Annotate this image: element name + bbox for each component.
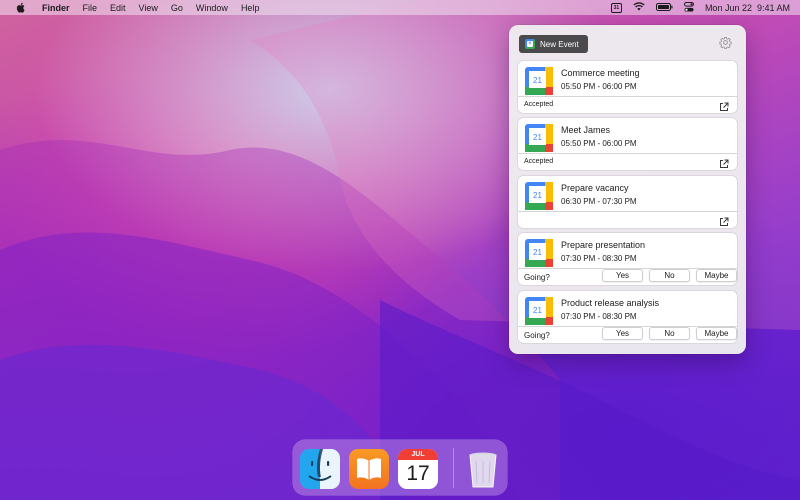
svg-text:21: 21 (533, 76, 542, 85)
google-calendar-icon: 21 (525, 67, 553, 95)
going-label: Going? (524, 273, 550, 282)
card-divider (518, 211, 737, 212)
menu-file[interactable]: File (83, 3, 98, 13)
event-time: 06:30 PM - 07:30 PM (561, 197, 637, 206)
rsvp-maybe-button[interactable]: Maybe (696, 327, 737, 340)
menu-window[interactable]: Window (196, 3, 228, 13)
rsvp-yes-button[interactable]: Yes (602, 269, 643, 282)
event-status: Accepted (524, 101, 554, 108)
menu-app-name[interactable]: Finder (42, 3, 70, 13)
control-center-icon[interactable] (683, 1, 694, 14)
new-event-label: New Event (540, 39, 579, 49)
going-label: Going? (524, 331, 550, 340)
google-calendar-icon: 21 (525, 182, 553, 210)
event-title: Meet James (561, 125, 611, 135)
rsvp-yes-button[interactable]: Yes (602, 327, 643, 340)
menu-help[interactable]: Help (241, 3, 260, 13)
card-divider (518, 153, 737, 154)
calendar-icon[interactable]: JUL 17 (398, 449, 438, 489)
event-title: Product release analysis (561, 298, 660, 308)
rsvp-no-button[interactable]: No (649, 269, 690, 282)
event-title: Commerce meeting (561, 68, 640, 78)
event-card[interactable]: 21 Prepare vacancy 06:30 PM - 07:30 PM (518, 176, 737, 228)
open-external-icon[interactable] (719, 214, 729, 226)
event-card[interactable]: 21 Product release analysis 07:30 PM - 0… (518, 291, 737, 343)
event-time: 07:30 PM - 08:30 PM (561, 312, 637, 321)
new-event-button[interactable]: + New Event (519, 35, 588, 53)
trash-icon[interactable] (463, 449, 503, 489)
finder-icon[interactable] (300, 449, 340, 489)
rsvp-no-button[interactable]: No (649, 327, 690, 340)
event-status: Accepted (524, 158, 554, 165)
svg-text:21: 21 (533, 306, 542, 315)
event-card[interactable]: 21 Meet James 05:50 PM - 06:00 PM Accept… (518, 118, 737, 170)
event-card[interactable]: 21 Prepare presentation 07:30 PM - 08:30… (518, 233, 737, 285)
open-external-icon[interactable] (719, 156, 729, 168)
calendar-status-icon[interactable]: 31 (610, 2, 622, 13)
google-calendar-icon: 21 (525, 297, 553, 325)
calendar-day: 17 (406, 462, 430, 485)
calendar-month: JUL (398, 449, 438, 460)
google-calendar-icon: 21 (525, 124, 553, 152)
dock: JUL 17 (293, 440, 507, 495)
svg-text:21: 21 (533, 133, 542, 142)
event-card[interactable]: 21 Commerce meeting 05:50 PM - 06:00 PM … (518, 61, 737, 113)
menu-go[interactable]: Go (171, 3, 183, 13)
event-title: Prepare presentation (561, 240, 646, 250)
svg-text:21: 21 (533, 248, 542, 257)
wifi-icon[interactable] (633, 2, 645, 13)
event-time: 05:50 PM - 06:00 PM (561, 82, 637, 91)
menu-bar: Finder File Edit View Go Window Help 31 … (0, 0, 800, 15)
gear-icon[interactable] (719, 36, 732, 50)
menu-edit[interactable]: Edit (110, 3, 126, 13)
google-calendar-icon: 21 (525, 239, 553, 267)
apple-logo-icon[interactable] (16, 2, 26, 13)
new-event-plus-icon: + (525, 39, 535, 49)
books-icon[interactable] (349, 449, 389, 489)
card-divider (518, 96, 737, 97)
dock-separator (453, 448, 454, 488)
battery-icon[interactable] (655, 2, 673, 13)
event-time: 07:30 PM - 08:30 PM (561, 254, 637, 263)
svg-text:21: 21 (533, 191, 542, 200)
open-external-icon[interactable] (719, 99, 729, 111)
event-time: 05:50 PM - 06:00 PM (561, 139, 637, 148)
menubar-clock[interactable]: Mon Jun 22 9:41 AM (705, 3, 790, 13)
menu-view[interactable]: View (139, 3, 158, 13)
event-title: Prepare vacancy (561, 183, 629, 193)
calendar-events-popover: + New Event 21 Commerce meeting 05:50 PM… (509, 25, 746, 354)
rsvp-maybe-button[interactable]: Maybe (696, 269, 737, 282)
